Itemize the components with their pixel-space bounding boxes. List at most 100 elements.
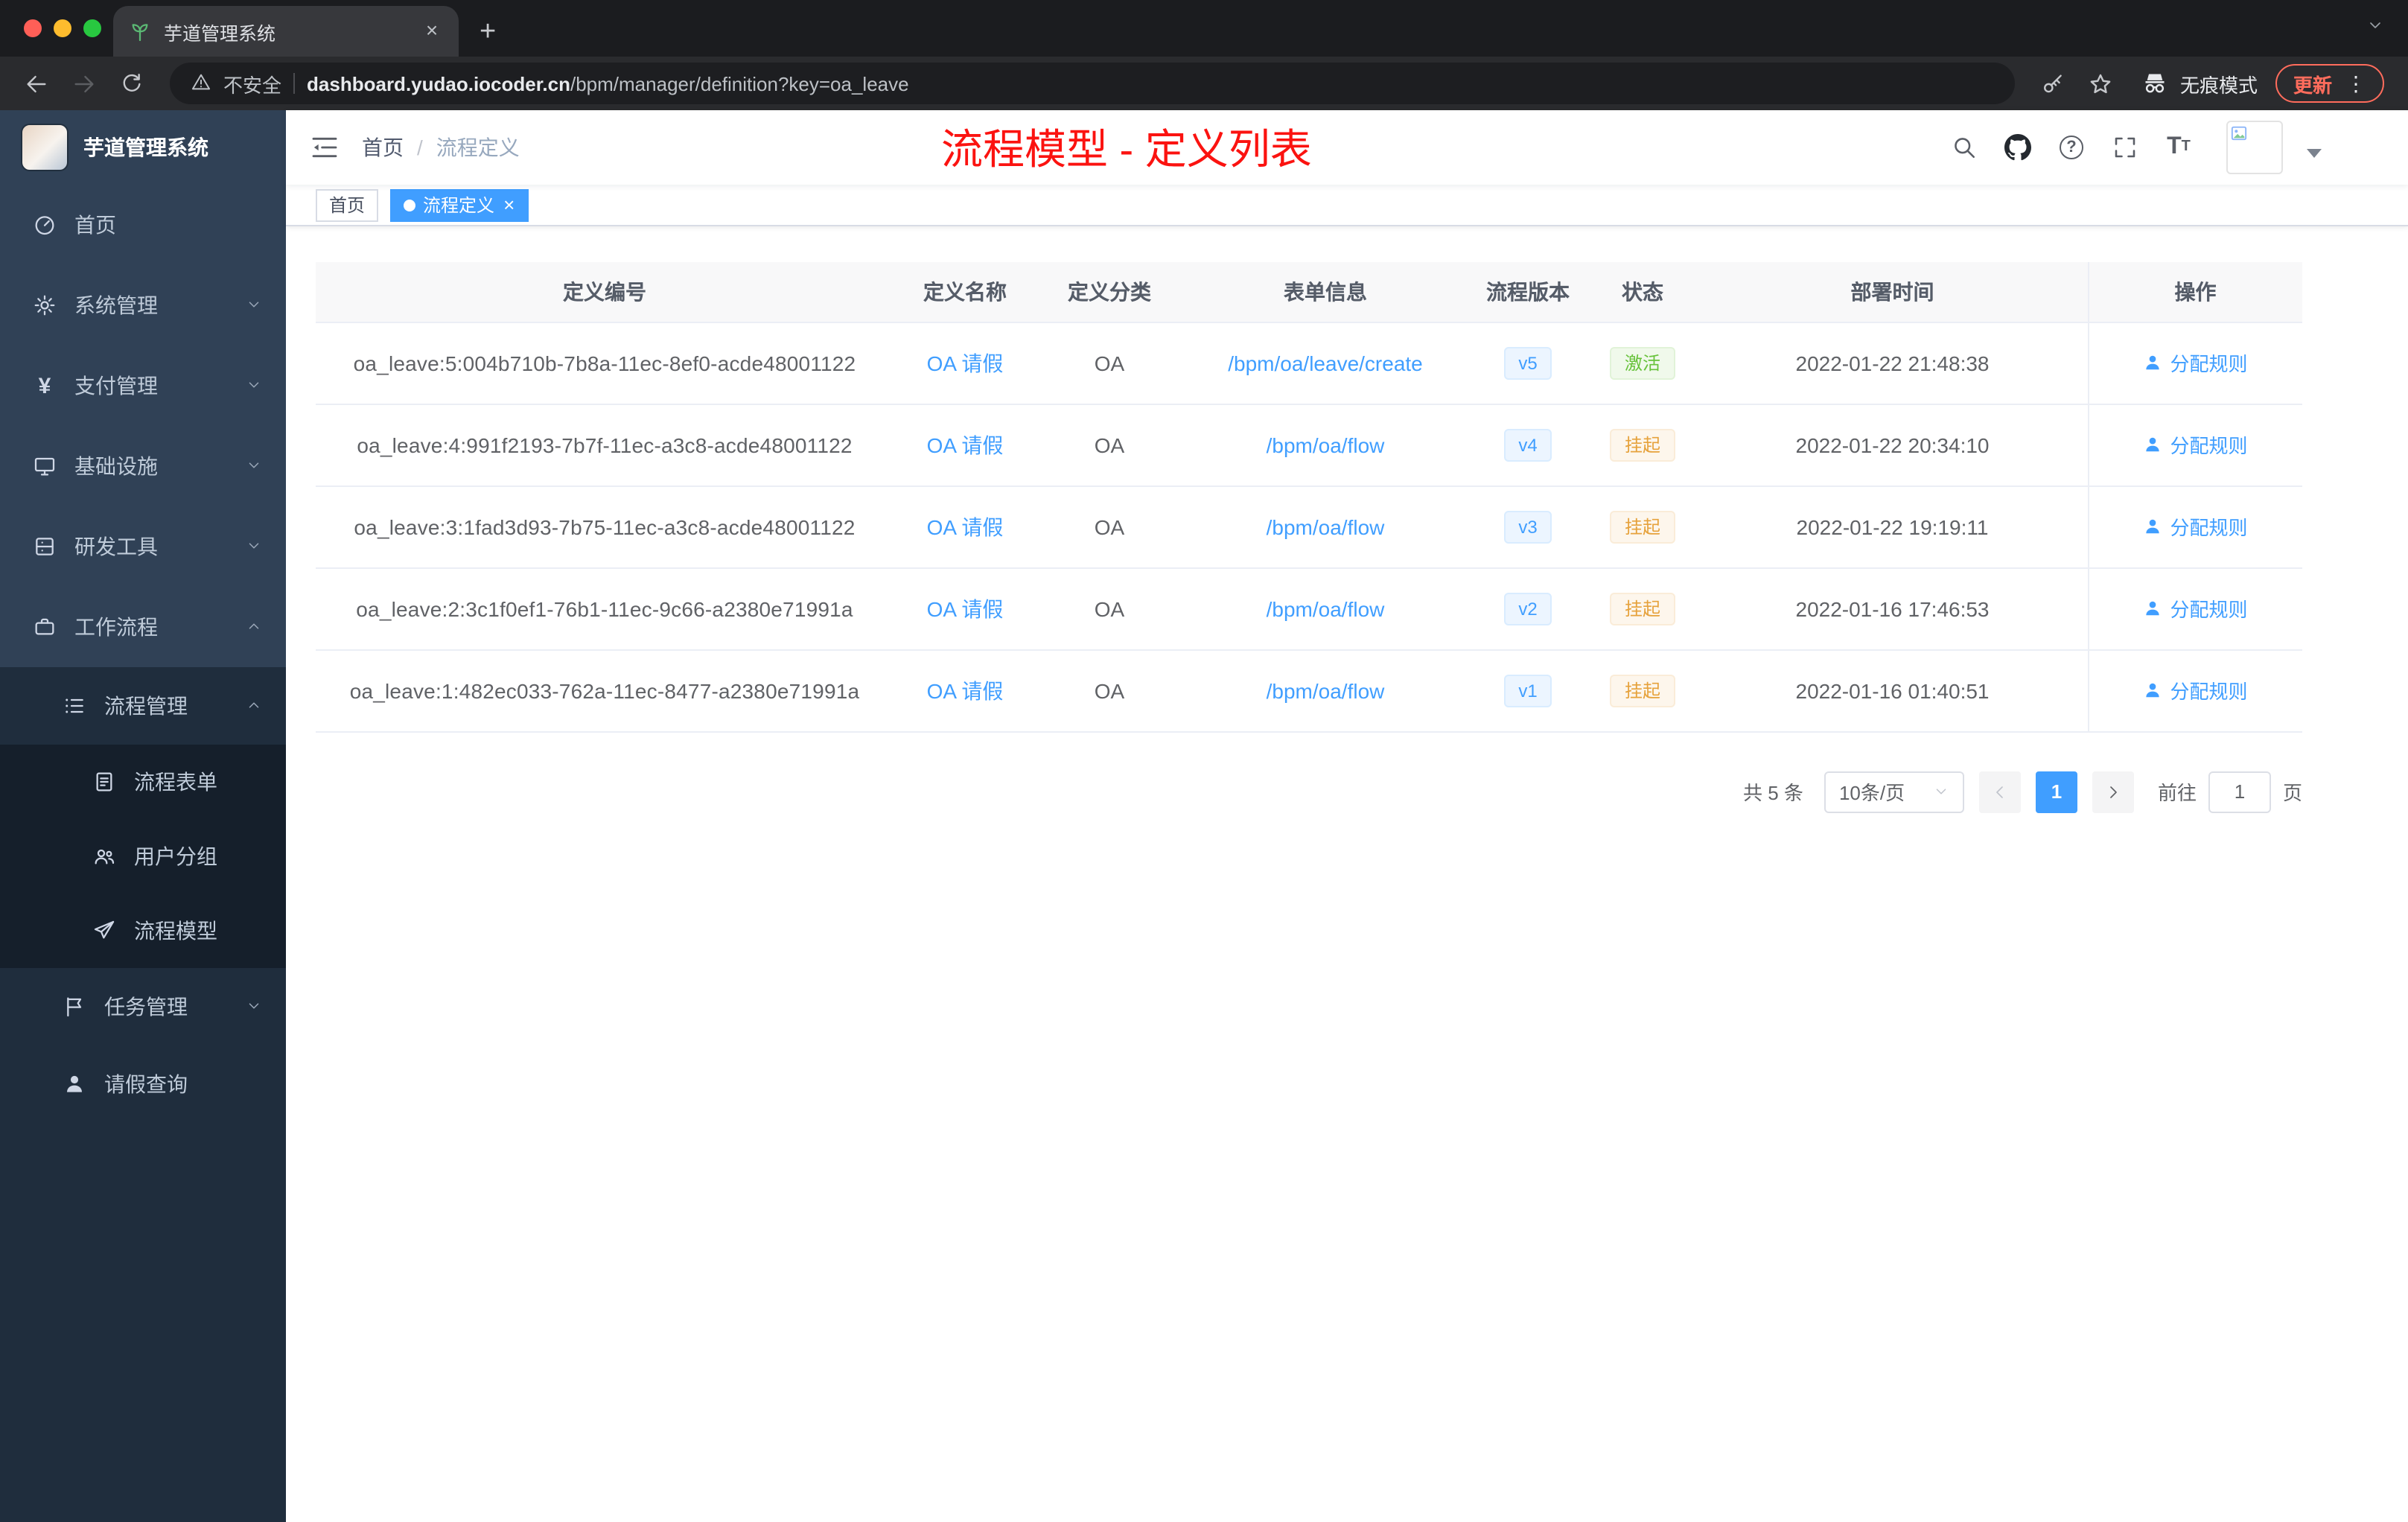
- assign-rule-link[interactable]: 分配规则: [2143, 430, 2248, 459]
- deploy-time: 2022-01-16 17:46:53: [1795, 596, 1990, 620]
- assign-rule-link[interactable]: 分配规则: [2143, 594, 2248, 623]
- definition-name-link[interactable]: OA 请假: [927, 351, 1004, 375]
- sidebar-item-label: 任务管理: [104, 995, 188, 1019]
- tags-view: 首页 流程定义 ×: [286, 185, 2408, 226]
- tab-close-icon[interactable]: ×: [420, 19, 444, 43]
- definition-name-link[interactable]: OA 请假: [927, 515, 1004, 538]
- minimize-window-button[interactable]: [54, 19, 71, 37]
- definition-category: OA: [1094, 351, 1125, 375]
- next-page-button[interactable]: [2092, 771, 2134, 812]
- not-secure-warning-icon[interactable]: [191, 71, 211, 96]
- new-tab-button[interactable]: +: [480, 18, 496, 46]
- definition-name-link[interactable]: OA 请假: [927, 596, 1004, 620]
- form-info-link[interactable]: /bpm/oa/flow: [1267, 596, 1385, 620]
- tab-search-chevron-icon[interactable]: [2366, 15, 2384, 42]
- breadcrumb: 首页 / 流程定义: [362, 133, 520, 162]
- definition-name-link[interactable]: OA 请假: [927, 433, 1004, 456]
- briefcase-icon: [33, 615, 57, 639]
- version-badge: v5: [1503, 346, 1552, 379]
- assign-rule-label: 分配规则: [2170, 681, 2248, 703]
- close-window-button[interactable]: [24, 19, 42, 37]
- deploy-time: 2022-01-22 20:34:10: [1795, 433, 1990, 456]
- assign-rule-label: 分配规则: [2170, 435, 2248, 457]
- column-header-form: 表单信息: [1182, 262, 1468, 322]
- sidebar-item-label: 工作流程: [74, 615, 158, 639]
- assign-rule-link[interactable]: 分配规则: [2143, 676, 2248, 704]
- sidebar-item-infrastructure[interactable]: 基础设施: [0, 426, 286, 506]
- logo-avatar: [21, 124, 69, 171]
- back-button[interactable]: [15, 63, 57, 104]
- form-info-link[interactable]: /bpm/oa/flow: [1267, 515, 1385, 538]
- tab-favicon-icon: [128, 19, 152, 43]
- breadcrumb-separator: /: [417, 136, 423, 159]
- sidebar-item-process-model[interactable]: 流程模型: [0, 894, 286, 968]
- forward-button[interactable]: [63, 63, 104, 104]
- browser-menu-icon[interactable]: ⋮: [2345, 71, 2366, 96]
- sidebar-item-workflow[interactable]: 工作流程: [0, 587, 286, 667]
- page-size-select[interactable]: 10条/页: [1823, 771, 1964, 812]
- chevron-down-icon: [1936, 789, 1946, 795]
- sidebar-logo[interactable]: 芋道管理系统: [0, 110, 286, 185]
- sidebar-item-user-group[interactable]: 用户分组: [0, 819, 286, 894]
- sidebar-toggle-icon[interactable]: [286, 133, 362, 162]
- zoom-window-button[interactable]: [83, 19, 101, 37]
- column-header-status: 状态: [1587, 262, 1698, 322]
- help-icon[interactable]: ?: [2057, 133, 2086, 162]
- search-icon[interactable]: [1949, 133, 1979, 162]
- sidebar-item-system[interactable]: 系统管理: [0, 265, 286, 346]
- address-bar[interactable]: 不安全 dashboard.yudao.iocoder.cn/bpm/manag…: [170, 63, 2015, 104]
- incognito-indicator: 无痕模式: [2140, 69, 2258, 98]
- tag-process-definition[interactable]: 流程定义 ×: [390, 188, 529, 221]
- sidebar-item-leave-query[interactable]: 请假查询: [0, 1045, 286, 1123]
- sidebar-item-payment[interactable]: ¥ 支付管理: [0, 346, 286, 426]
- definition-id: oa_leave:5:004b710b-7b8a-11ec-8ef0-acde4…: [353, 351, 856, 375]
- page-annotation: 流程模型 - 定义列表: [941, 127, 1312, 173]
- url-domain: dashboard.yudao.iocoder.cn: [307, 72, 570, 95]
- column-header-name: 定义名称: [894, 262, 1036, 322]
- tag-label: 首页: [329, 195, 366, 216]
- chevron-down-icon: [246, 293, 262, 317]
- sidebar-item-process-form[interactable]: 流程表单: [0, 745, 286, 819]
- goto-label: 前往: [2157, 782, 2197, 804]
- assign-rule-label: 分配规则: [2170, 517, 2248, 539]
- deploy-time: 2022-01-22 21:48:38: [1795, 351, 1990, 375]
- tag-home[interactable]: 首页: [316, 188, 379, 221]
- bookmark-star-icon[interactable]: [2080, 63, 2122, 104]
- breadcrumb-home[interactable]: 首页: [362, 133, 404, 162]
- assign-rule-link[interactable]: 分配规则: [2143, 512, 2248, 541]
- sidebar-item-devtools[interactable]: 研发工具: [0, 506, 286, 587]
- version-badge: v1: [1503, 674, 1552, 707]
- page-number-button[interactable]: 1: [2035, 771, 2077, 812]
- update-browser-button[interactable]: 更新 ⋮: [2275, 64, 2384, 103]
- reload-button[interactable]: [110, 63, 152, 104]
- form-info-link[interactable]: /bpm/oa/flow: [1267, 678, 1385, 702]
- document-icon: [92, 770, 116, 794]
- prev-page-button[interactable]: [1978, 771, 2021, 812]
- chevron-up-icon: [246, 615, 262, 639]
- fullscreen-icon[interactable]: [2110, 133, 2140, 162]
- password-key-icon[interactable]: [2033, 63, 2074, 104]
- font-size-icon[interactable]: TT: [2164, 133, 2194, 162]
- sidebar-item-label: 用户分组: [134, 844, 217, 868]
- definition-category: OA: [1094, 515, 1125, 538]
- caret-down-icon[interactable]: [2307, 149, 2322, 158]
- goto-page-input[interactable]: [2208, 771, 2271, 812]
- sidebar-item-home[interactable]: 首页: [0, 185, 286, 265]
- form-info-link[interactable]: /bpm/oa/leave/create: [1228, 351, 1423, 375]
- tag-close-icon[interactable]: ×: [503, 195, 515, 214]
- assign-rule-link[interactable]: 分配规则: [2143, 348, 2248, 377]
- sidebar-item-process-management[interactable]: 流程管理: [0, 667, 286, 745]
- form-info-link[interactable]: /bpm/oa/flow: [1267, 433, 1385, 456]
- github-icon[interactable]: [2003, 133, 2033, 162]
- definition-category: OA: [1094, 678, 1125, 702]
- table-row: oa_leave:5:004b710b-7b8a-11ec-8ef0-acde4…: [316, 322, 2302, 404]
- sidebar-item-label: 流程管理: [104, 694, 188, 718]
- tab-strip: 芋道管理系统 × +: [0, 0, 2408, 57]
- status-badge: 挂起: [1609, 510, 1675, 543]
- sidebar-item-task-management[interactable]: 任务管理: [0, 968, 286, 1045]
- browser-tab[interactable]: 芋道管理系统 ×: [113, 6, 459, 57]
- sidebar-item-label: 流程表单: [134, 770, 217, 794]
- url-path: /bpm/manager/definition?key=oa_leave: [570, 72, 909, 95]
- user-avatar[interactable]: [2226, 121, 2283, 174]
- definition-name-link[interactable]: OA 请假: [927, 678, 1004, 702]
